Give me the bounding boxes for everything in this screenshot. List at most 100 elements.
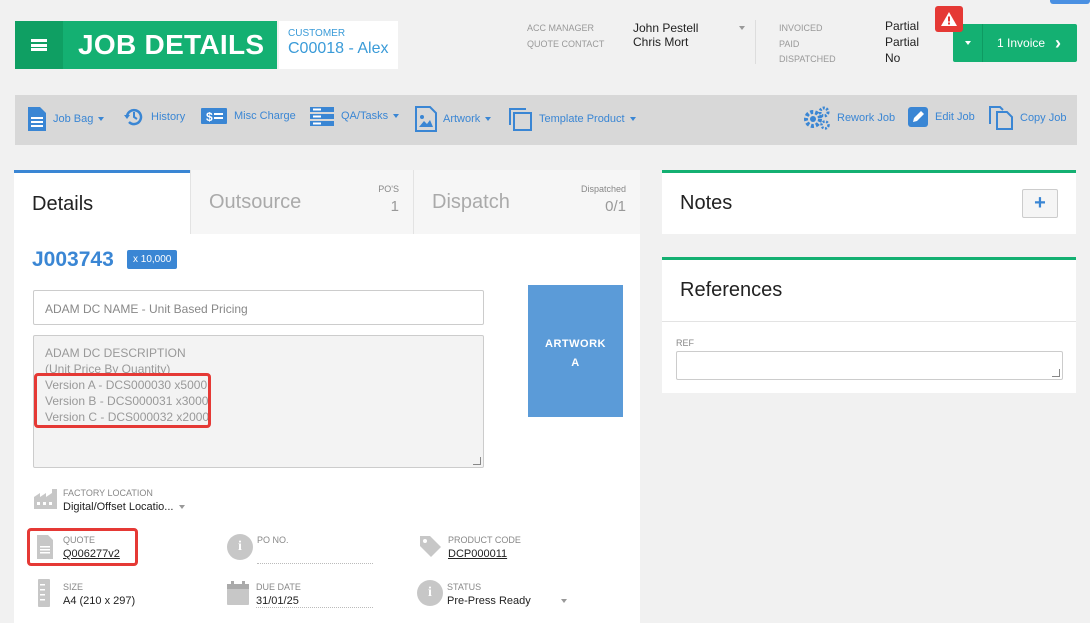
notes-card: Notes + xyxy=(662,170,1076,234)
artwork-thumbnail[interactable]: ARTWORK A xyxy=(528,285,623,417)
customer-value[interactable]: C00018 - Alex xyxy=(288,40,389,58)
artwork-line2: A xyxy=(571,357,580,369)
copy-job-label: Copy Job xyxy=(1020,112,1067,124)
info-icon: i xyxy=(417,580,443,606)
invoice-button[interactable]: 1 Invoice › xyxy=(953,24,1077,62)
size-label: SIZE xyxy=(63,582,84,592)
factory-location-field[interactable]: FACTORY LOCATION Digital/Offset Locatio.… xyxy=(63,488,186,513)
invoiced-label: INVOICED xyxy=(779,23,823,33)
chevron-down-icon xyxy=(485,117,492,121)
plus-icon: + xyxy=(1034,192,1046,214)
misc-charge-button[interactable]: $ Misc Charge xyxy=(200,106,296,126)
copy-icon xyxy=(989,106,1013,130)
chevron-down-icon xyxy=(393,114,400,118)
page-title: JOB DETAILS xyxy=(78,29,265,60)
due-date-field[interactable]: DUE DATE 31/01/25 xyxy=(256,582,373,612)
dispatched-label: DISPATCHED xyxy=(779,54,836,64)
invoiced-value: Partial xyxy=(885,19,920,33)
tab-outsource-meta-value: 1 xyxy=(390,198,399,215)
job-bag-label: Job Bag xyxy=(53,113,94,125)
po-no-value[interactable] xyxy=(257,548,373,564)
detail-tabs: Details Outsource PO'S 1 Dispatch Dispat… xyxy=(14,170,640,234)
tab-outsource-meta-label: PO'S xyxy=(378,184,399,194)
svg-text:$: $ xyxy=(206,110,213,124)
status-field[interactable]: STATUS Pre-Press Ready xyxy=(447,582,567,607)
template-product-button[interactable]: Template Product xyxy=(507,106,636,132)
add-note-button[interactable]: + xyxy=(1022,189,1058,218)
tag-icon xyxy=(420,536,441,557)
history-button[interactable]: History xyxy=(123,106,185,128)
product-code-label: PRODUCT CODE xyxy=(448,535,521,545)
rework-job-button[interactable]: Rework Job xyxy=(803,106,895,130)
warning-icon[interactable] xyxy=(935,6,963,32)
edit-icon xyxy=(908,107,928,127)
copy-job-button[interactable]: Copy Job xyxy=(988,106,1066,130)
product-code-link[interactable]: DCP000011 xyxy=(448,548,521,560)
acc-manager-dropdown-icon[interactable] xyxy=(739,26,745,30)
ref-label: REF xyxy=(676,338,694,348)
dispatched-value: No xyxy=(885,51,901,65)
job-details-card: Details Outsource PO'S 1 Dispatch Dispat… xyxy=(14,170,640,623)
paid-label: PAID xyxy=(779,39,800,49)
status-value: Pre-Press Ready xyxy=(447,595,531,607)
chevron-down-icon xyxy=(561,599,567,603)
misc-charge-label: Misc Charge xyxy=(234,110,296,122)
paid-value: Partial xyxy=(885,35,920,49)
po-no-label: PO NO. xyxy=(257,535,289,545)
top-corner-tab xyxy=(1050,0,1090,4)
page-title-bar: JOB DETAILS xyxy=(15,21,277,69)
po-no-field[interactable]: PO NO. xyxy=(257,535,373,565)
description-line: ADAM DC DESCRIPTION xyxy=(45,346,186,360)
references-header: References xyxy=(662,260,1076,322)
status-label: STATUS xyxy=(447,582,482,592)
header-divider xyxy=(755,20,756,64)
acc-manager-value[interactable]: John Pestell xyxy=(633,21,698,35)
quote-contact-value[interactable]: Chris Mort xyxy=(633,35,688,49)
tab-details[interactable]: Details xyxy=(14,170,190,234)
job-number: J003743 xyxy=(32,248,114,271)
tasks-icon xyxy=(310,107,334,126)
template-product-label: Template Product xyxy=(539,113,625,125)
menu-icon[interactable] xyxy=(15,21,63,69)
chevron-down-icon xyxy=(629,117,636,121)
tab-dispatch[interactable]: Dispatch Dispatched 0/1 xyxy=(414,170,640,234)
factory-location-label: FACTORY LOCATION xyxy=(63,488,153,498)
info-icon: i xyxy=(227,534,253,560)
resize-handle-icon[interactable] xyxy=(473,457,481,465)
artwork-button[interactable]: Artwork xyxy=(415,106,492,132)
gears-icon xyxy=(804,106,830,130)
chevron-down-icon xyxy=(179,505,186,509)
tab-dispatch-label: Dispatch xyxy=(432,191,510,213)
qa-tasks-button[interactable]: QA/Tasks xyxy=(309,106,400,126)
due-date-value[interactable]: 31/01/25 xyxy=(256,595,373,608)
action-toolbar: Job Bag History $ Misc Charge QA/Tasks A… xyxy=(15,95,1077,145)
job-name-field[interactable]: ADAM DC NAME - Unit Based Pricing xyxy=(33,290,484,325)
ref-input[interactable] xyxy=(676,351,1063,380)
calendar-icon xyxy=(227,581,249,605)
references-card: References REF xyxy=(662,257,1076,393)
size-field: SIZE A4 (210 x 297) xyxy=(63,582,135,607)
size-icon xyxy=(38,579,50,607)
quantity-badge: x 10,000 xyxy=(127,250,178,269)
edit-job-button[interactable]: Edit Job xyxy=(907,106,975,128)
customer-label: CUSTOMER xyxy=(288,28,346,39)
invoice-button-label: 1 Invoice xyxy=(997,36,1046,50)
size-value: A4 (210 x 297) xyxy=(63,595,136,607)
factory-icon xyxy=(34,489,57,509)
artwork-label: Artwork xyxy=(443,113,481,125)
money-icon: $ xyxy=(201,108,227,124)
quote-contact-label: QUOTE CONTACT xyxy=(527,39,605,49)
tab-dispatch-meta-label: Dispatched xyxy=(580,184,626,194)
job-bag-button[interactable]: Job Bag xyxy=(27,106,105,132)
notes-title: Notes xyxy=(680,192,733,214)
references-title: References xyxy=(680,279,783,301)
tab-outsource[interactable]: Outsource PO'S 1 xyxy=(190,170,414,234)
resize-handle-icon[interactable] xyxy=(1052,369,1060,377)
qa-tasks-label: QA/Tasks xyxy=(341,110,389,122)
rework-job-label: Rework Job xyxy=(837,112,896,124)
acc-manager-label: ACC MANAGER xyxy=(527,23,595,33)
customer-box[interactable]: CUSTOMER C00018 - Alex xyxy=(279,21,398,69)
edit-job-label: Edit Job xyxy=(935,111,975,123)
quote-highlight-box xyxy=(27,528,138,566)
versions-highlight-box xyxy=(34,373,211,428)
